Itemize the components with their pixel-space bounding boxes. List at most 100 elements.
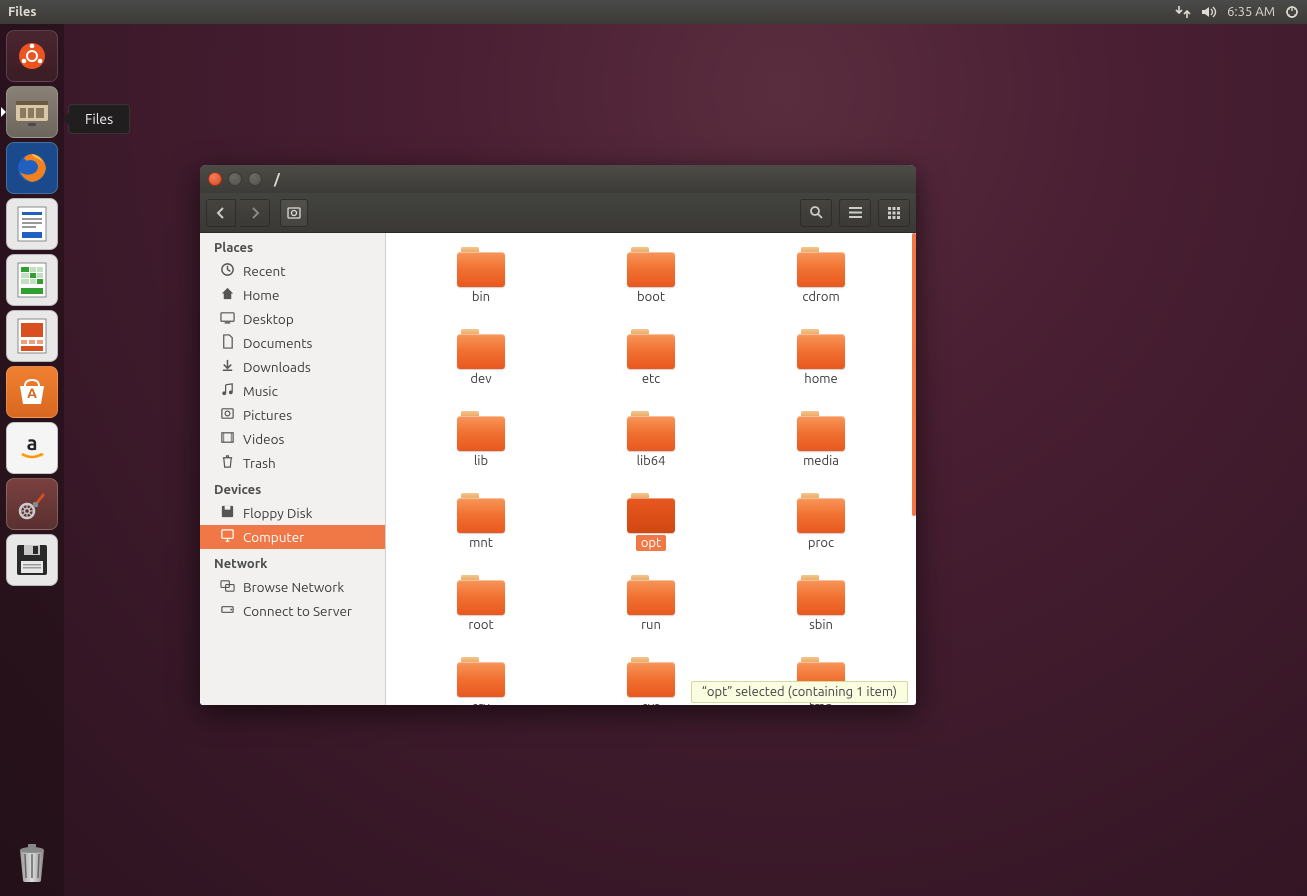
sidebar-item-label: Home xyxy=(243,287,279,303)
folder-label: dev xyxy=(465,371,496,387)
sidebar-item-desktop[interactable]: Desktop xyxy=(200,307,385,331)
folder-icon xyxy=(797,247,845,287)
folder-label: media xyxy=(798,453,844,469)
launcher-settings[interactable] xyxy=(6,478,58,530)
grid-view-button[interactable] xyxy=(878,199,910,227)
folder-label: srv xyxy=(467,699,494,705)
sidebar-item-downloads[interactable]: Downloads xyxy=(200,355,385,379)
sidebar-item-trash[interactable]: Trash xyxy=(200,451,385,475)
launcher-calc[interactable] xyxy=(6,254,58,306)
folder-cdrom[interactable]: cdrom xyxy=(746,243,896,309)
list-view-button[interactable] xyxy=(839,199,871,227)
clock-label[interactable]: 6:35 AM xyxy=(1227,5,1275,19)
scrollbar[interactable] xyxy=(910,233,916,705)
folder-icon xyxy=(627,247,675,287)
folder-icon xyxy=(457,575,505,615)
folder-root[interactable]: root xyxy=(406,571,556,637)
folder-sbin[interactable]: sbin xyxy=(746,571,896,637)
folder-label: etc xyxy=(637,371,665,387)
folder-icon xyxy=(457,411,505,451)
launcher-software-center[interactable]: A xyxy=(6,366,58,418)
folder-icon xyxy=(627,329,675,369)
sidebar-item-label: Computer xyxy=(243,529,304,545)
sidebar-item-label: Videos xyxy=(243,431,284,447)
nav-back-button[interactable] xyxy=(206,199,236,227)
sound-indicator-icon[interactable] xyxy=(1201,5,1217,19)
scrollbar-thumb[interactable] xyxy=(912,233,916,516)
folder-label: root xyxy=(463,617,498,633)
launcher-files[interactable] xyxy=(6,86,58,138)
sidebar-item-floppy[interactable]: Floppy Disk xyxy=(200,501,385,525)
sidebar-item-label: Music xyxy=(243,383,278,399)
path-root-button[interactable] xyxy=(280,199,308,227)
menubar-app-label[interactable]: Files xyxy=(8,5,36,19)
sidebar-item-documents[interactable]: Documents xyxy=(200,331,385,355)
titlebar[interactable]: / xyxy=(200,165,916,193)
sidebar-item-home[interactable]: Home xyxy=(200,283,385,307)
launcher-tooltip: Files xyxy=(68,104,130,134)
sidebar-item-label: Floppy Disk xyxy=(243,505,312,521)
folder-label: mnt xyxy=(464,535,498,551)
search-button[interactable] xyxy=(800,199,832,227)
sidebar-item-label: Documents xyxy=(243,335,312,351)
folder-icon xyxy=(457,657,505,697)
music-icon xyxy=(220,382,235,400)
network-indicator-icon[interactable] xyxy=(1175,5,1191,19)
folder-media[interactable]: media xyxy=(746,407,896,473)
folder-label: home xyxy=(799,371,842,387)
sidebar-item-pictures[interactable]: Pictures xyxy=(200,403,385,427)
folder-lib[interactable]: lib xyxy=(406,407,556,473)
folder-icon xyxy=(797,493,845,533)
folder-srv[interactable]: srv xyxy=(406,653,556,705)
launcher-writer[interactable] xyxy=(6,198,58,250)
browse-icon xyxy=(220,578,235,596)
sidebar-item-music[interactable]: Music xyxy=(200,379,385,403)
window-maximize-button[interactable] xyxy=(248,172,262,186)
floppy-icon xyxy=(220,504,235,522)
folder-run[interactable]: run xyxy=(576,571,726,637)
sidebar-item-label: Connect to Server xyxy=(243,603,352,619)
folder-proc[interactable]: proc xyxy=(746,489,896,555)
launcher-amazon[interactable]: a xyxy=(6,422,58,474)
pictures-icon xyxy=(220,406,235,424)
documents-icon xyxy=(220,334,235,352)
folder-boot[interactable]: boot xyxy=(576,243,726,309)
desktop-icon xyxy=(220,310,235,328)
launcher-floppy[interactable] xyxy=(6,534,58,586)
folder-mnt[interactable]: mnt xyxy=(406,489,556,555)
folder-label: bin xyxy=(467,289,495,305)
launcher-impress[interactable] xyxy=(6,310,58,362)
folder-opt[interactable]: opt xyxy=(576,489,726,555)
connect-icon xyxy=(220,602,235,620)
window-minimize-button[interactable] xyxy=(228,172,242,186)
launcher-dash[interactable] xyxy=(6,30,58,82)
nav-forward-button[interactable] xyxy=(240,199,270,227)
launcher-trash[interactable] xyxy=(6,836,58,888)
folder-dev[interactable]: dev xyxy=(406,325,556,391)
folder-icon xyxy=(627,657,675,697)
toolbar xyxy=(200,193,916,233)
folder-lib64[interactable]: lib64 xyxy=(576,407,726,473)
folder-label: lib xyxy=(469,453,493,469)
recent-icon xyxy=(220,262,235,280)
sidebar-section-places: Places xyxy=(200,233,385,259)
sidebar-item-computer[interactable]: Computer xyxy=(200,525,385,549)
sidebar-item-label: Browse Network xyxy=(243,579,344,595)
folder-etc[interactable]: etc xyxy=(576,325,726,391)
session-indicator-icon[interactable] xyxy=(1285,5,1299,19)
sidebar-item-label: Trash xyxy=(243,455,276,471)
content-area[interactable]: bin boot cdrom dev etc home lib lib64 media mnt op… xyxy=(386,233,916,705)
sidebar-item-videos[interactable]: Videos xyxy=(200,427,385,451)
sidebar-item-recent[interactable]: Recent xyxy=(200,259,385,283)
folder-home[interactable]: home xyxy=(746,325,896,391)
folder-icon xyxy=(797,329,845,369)
folder-label: boot xyxy=(632,289,670,305)
sidebar-item-connect[interactable]: Connect to Server xyxy=(200,599,385,623)
folder-icon xyxy=(457,493,505,533)
window-close-button[interactable] xyxy=(208,172,222,186)
sidebar-item-label: Desktop xyxy=(243,311,294,327)
folder-bin[interactable]: bin xyxy=(406,243,556,309)
sidebar-item-label: Pictures xyxy=(243,407,292,423)
sidebar-item-browse[interactable]: Browse Network xyxy=(200,575,385,599)
launcher-firefox[interactable] xyxy=(6,142,58,194)
